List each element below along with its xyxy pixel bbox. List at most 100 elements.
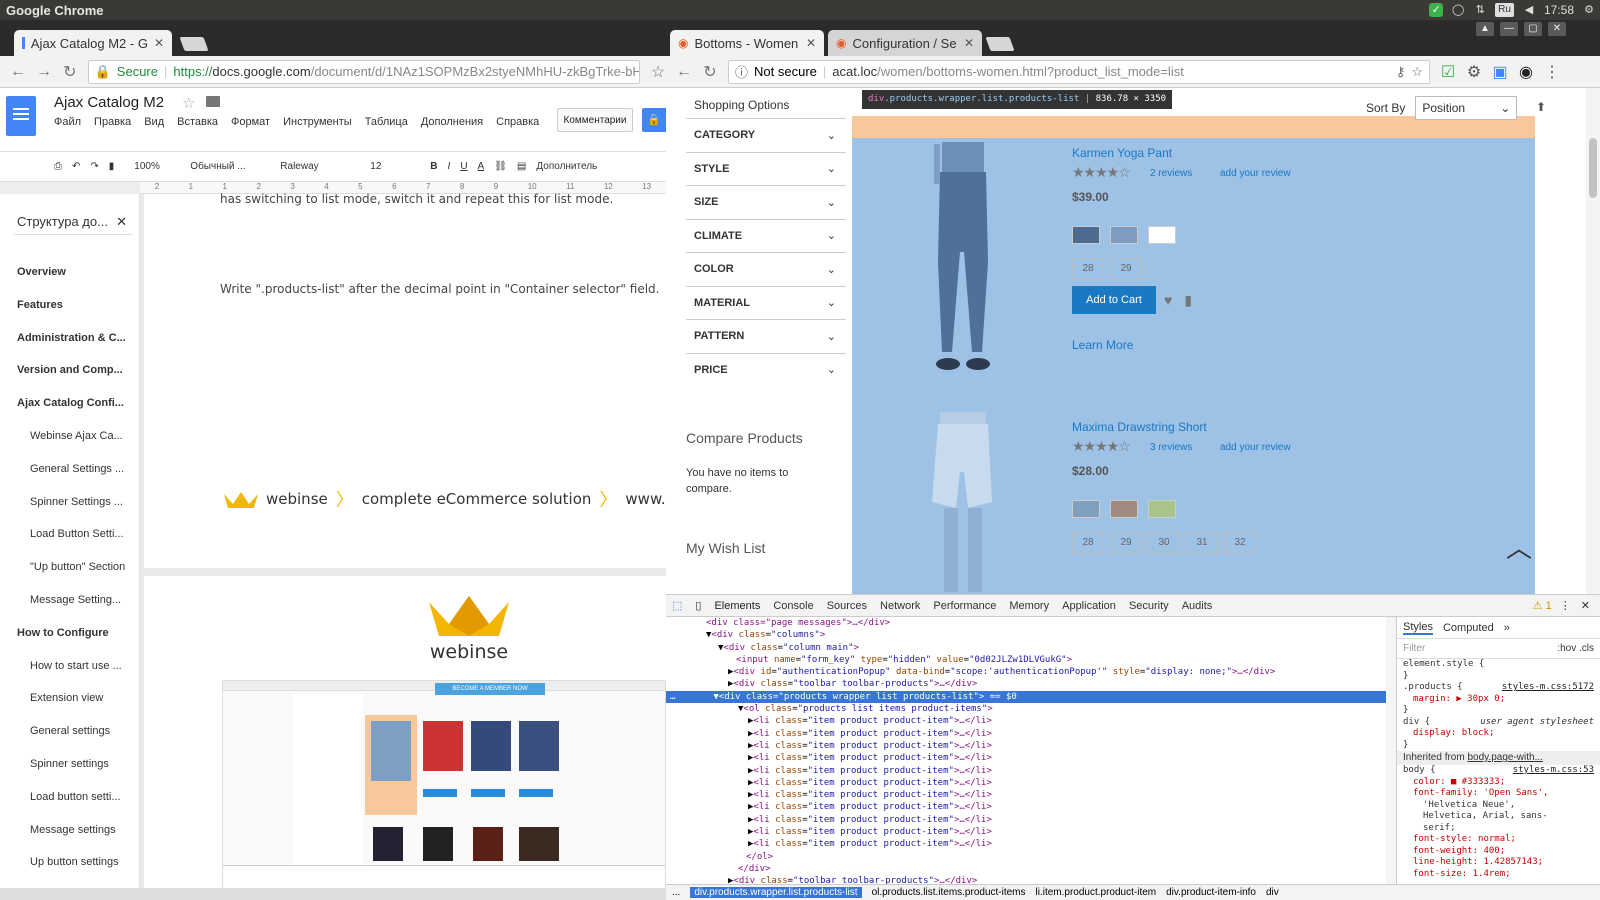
breadcrumb-item[interactable]: li.item.product.product-item bbox=[1036, 887, 1157, 898]
outline-item[interactable]: Overview bbox=[17, 266, 143, 278]
outline-item[interactable]: Spinner Settings ... bbox=[30, 496, 156, 508]
menu-addons[interactable]: Дополнения bbox=[421, 116, 483, 128]
back-icon[interactable]: ← bbox=[10, 63, 26, 81]
css-rule[interactable]: body {styles-m.css:53 bbox=[1397, 765, 1600, 777]
redo-icon[interactable]: ↷ bbox=[90, 161, 98, 172]
filter-price[interactable]: PRICE ⌄ bbox=[686, 352, 846, 387]
dom-node[interactable]: <div class="page messages">…</div> bbox=[666, 617, 1386, 629]
filter-pattern[interactable]: PATTERN ⌄ bbox=[686, 319, 846, 353]
menu-insert[interactable]: Вставка bbox=[177, 116, 218, 128]
eye-icon[interactable]: ◉ bbox=[1518, 62, 1534, 82]
font-size-select[interactable]: 12 bbox=[370, 161, 420, 172]
filter-climate[interactable]: CLIMATE ⌄ bbox=[686, 218, 846, 253]
outline-item[interactable]: Extension view bbox=[30, 692, 156, 704]
outline-item[interactable]: Webinse Ajax Ca... bbox=[30, 430, 156, 442]
outline-item[interactable]: How to Configure bbox=[17, 627, 143, 639]
css-property[interactable]: margin: ▶ 30px 0; bbox=[1397, 694, 1600, 706]
close-devtools-icon[interactable]: ✕ bbox=[1581, 599, 1590, 612]
tab-security[interactable]: Security bbox=[1129, 600, 1169, 612]
add-review-link[interactable]: add your review bbox=[1220, 168, 1291, 179]
breadcrumb-item-selected[interactable]: div.products.wrapper.list.products-list bbox=[690, 887, 862, 898]
size-option[interactable]: 29 bbox=[1110, 258, 1142, 280]
menu-help[interactable]: Справка bbox=[496, 116, 539, 128]
reload-icon[interactable]: ↻ bbox=[62, 62, 78, 82]
css-property[interactable]: line-height: 1.42857143; bbox=[1397, 857, 1600, 869]
tab-network[interactable]: Network bbox=[880, 600, 920, 612]
tab-computed[interactable]: Computed bbox=[1443, 622, 1494, 634]
css-property[interactable]: font-size: 1.4rem; bbox=[1397, 869, 1600, 881]
menu-file[interactable]: Файл bbox=[54, 116, 81, 128]
folder-icon[interactable] bbox=[206, 96, 220, 107]
outline-item[interactable]: Version and Comp... bbox=[17, 364, 143, 376]
dom-node[interactable]: ▶<li class="item product product-item">…… bbox=[666, 801, 1386, 813]
dom-node[interactable]: </ol> bbox=[666, 851, 1386, 863]
drawstring-short-image[interactable] bbox=[902, 412, 1022, 592]
dom-node[interactable]: ▶<div class="toolbar toolbar-products">…… bbox=[666, 678, 1386, 690]
devtools-menu-icon[interactable]: ⋮ bbox=[1560, 599, 1571, 612]
dom-node[interactable]: ▶<li class="item product product-item">…… bbox=[666, 715, 1386, 727]
doc-title[interactable]: Ajax Catalog M2 bbox=[54, 94, 164, 111]
print-icon[interactable]: ⎙ bbox=[54, 161, 62, 172]
reviews-link[interactable]: 3 reviews bbox=[1150, 442, 1192, 453]
clock[interactable]: 17:58 bbox=[1544, 3, 1574, 17]
elements-scrollbar[interactable] bbox=[1386, 617, 1396, 887]
right-omnibox[interactable]: ⓘ Not secure | acat.loc/women/bottoms-wo… bbox=[728, 59, 1430, 84]
bookmark-star-icon[interactable]: ☆ bbox=[1411, 64, 1423, 80]
outline-item[interactable]: Load Button Setti... bbox=[30, 528, 156, 540]
elements-tree[interactable]: <div class="page messages">…</div> ▼<div… bbox=[666, 617, 1386, 887]
sort-select[interactable]: Position ⌄ bbox=[1415, 96, 1518, 120]
add-review-link[interactable]: add your review bbox=[1220, 442, 1291, 453]
more-toolbar-button[interactable]: Дополнитель bbox=[536, 161, 597, 172]
share-lock-icon[interactable]: 🔒 bbox=[642, 108, 666, 132]
forward-icon[interactable]: → bbox=[36, 63, 52, 81]
tab-sources[interactable]: Sources bbox=[827, 600, 867, 612]
bookmark-star-icon[interactable]: ☆ bbox=[650, 62, 666, 82]
product-name[interactable]: Karmen Yoga Pant bbox=[1072, 146, 1172, 160]
css-property[interactable]: color: ■ #333333; bbox=[1397, 777, 1600, 789]
size-option[interactable]: 31 bbox=[1186, 532, 1218, 554]
css-property[interactable]: display: block; bbox=[1397, 728, 1600, 740]
tab-bottoms-women[interactable]: ◉ Bottoms - Women ✕ bbox=[670, 30, 824, 56]
dom-node[interactable]: ▼<ol class="products list items product-… bbox=[666, 703, 1386, 715]
menu-table[interactable]: Таблица bbox=[365, 116, 408, 128]
wishlist-heart-icon[interactable]: ♥ bbox=[1164, 292, 1172, 309]
color-swatch[interactable] bbox=[1110, 226, 1138, 244]
text-color-icon[interactable]: A bbox=[478, 161, 485, 172]
inherited-element[interactable]: body.page-with... bbox=[1467, 752, 1542, 763]
filter-material[interactable]: MATERIAL ⌄ bbox=[686, 285, 846, 320]
reviews-link[interactable]: 2 reviews bbox=[1150, 168, 1192, 179]
outline-item[interactable]: Message Setting... bbox=[30, 594, 156, 606]
scroll-to-top-icon[interactable]: ︿ bbox=[1506, 528, 1532, 565]
new-tab-button[interactable] bbox=[179, 37, 209, 51]
italic-icon[interactable]: I bbox=[448, 161, 451, 172]
css-property[interactable]: font-style: normal; bbox=[1397, 834, 1600, 846]
horizontal-scrollbar[interactable] bbox=[0, 888, 666, 900]
tab-styles[interactable]: Styles bbox=[1403, 621, 1433, 635]
close-tab-icon[interactable]: ✕ bbox=[806, 36, 816, 50]
hov-cls-buttons[interactable]: :hov .cls bbox=[1557, 643, 1594, 654]
outline-item[interactable]: General Settings ... bbox=[30, 463, 156, 475]
dom-node[interactable]: ▶<div id="authenticationPopup" data-bind… bbox=[666, 666, 1386, 678]
outline-item[interactable]: General settings bbox=[30, 725, 156, 737]
filter-size[interactable]: SIZE ⌄ bbox=[686, 185, 846, 219]
breadcrumb-item[interactable]: ... bbox=[672, 887, 680, 898]
size-option[interactable]: 28 bbox=[1072, 532, 1104, 554]
dom-node[interactable]: ▶<li class="item product product-item">…… bbox=[666, 740, 1386, 752]
underline-icon[interactable]: U bbox=[460, 161, 467, 172]
extension-check-icon[interactable]: ☑ bbox=[1440, 62, 1456, 82]
new-tab-button[interactable] bbox=[985, 37, 1015, 51]
css-property[interactable]: font-weight: 400; bbox=[1397, 846, 1600, 858]
device-toggle-icon[interactable]: ▯ bbox=[695, 599, 701, 612]
dom-node[interactable]: ▼<div class="column main"> bbox=[666, 642, 1386, 654]
menu-view[interactable]: Вид bbox=[144, 116, 164, 128]
network-icon[interactable]: ⇅ bbox=[1473, 3, 1487, 17]
dom-node[interactable]: </div> bbox=[666, 863, 1386, 875]
close-window-icon[interactable]: ✕ bbox=[1548, 22, 1566, 36]
outline-item[interactable]: How to start use ... bbox=[30, 660, 156, 672]
outline-item[interactable]: Spinner settings bbox=[30, 758, 156, 770]
outline-item[interactable]: Up button settings bbox=[30, 856, 156, 868]
chat-icon[interactable]: ◯ bbox=[1451, 3, 1465, 17]
close-tab-icon[interactable]: ✕ bbox=[964, 36, 974, 50]
yoga-pant-image[interactable] bbox=[902, 142, 1022, 382]
color-swatch[interactable] bbox=[1072, 226, 1100, 244]
